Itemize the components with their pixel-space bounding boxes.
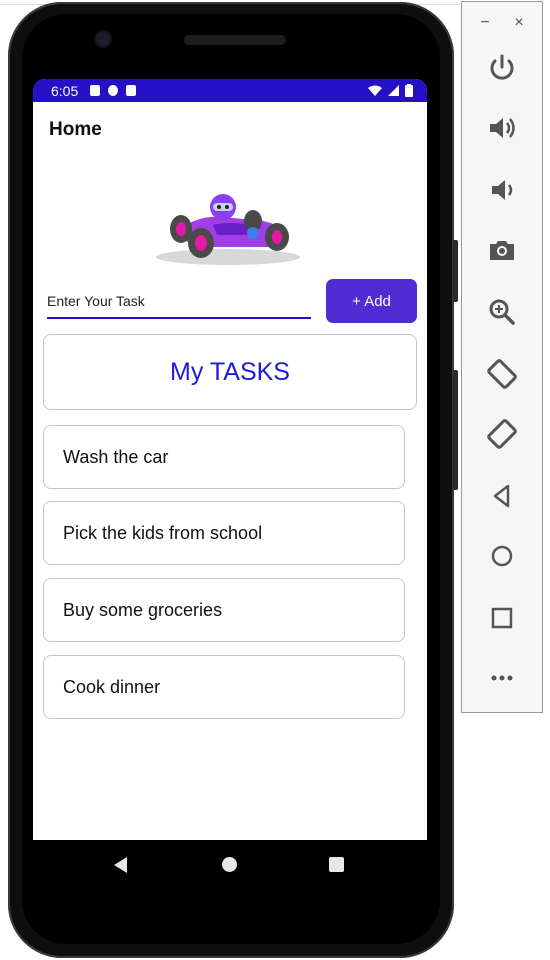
side-volume-button (453, 370, 458, 490)
volume-up-icon[interactable] (482, 108, 522, 148)
battery-icon (405, 84, 413, 97)
task-item[interactable]: Buy some groceries (43, 578, 405, 642)
task-item[interactable]: Pick the kids from school (43, 501, 405, 565)
rotate-right-icon[interactable] (482, 414, 522, 454)
back-icon[interactable] (482, 476, 522, 516)
task-item-label: Buy some groceries (63, 599, 223, 620)
more-icon[interactable] (482, 658, 522, 698)
my-tasks-header: My TASKS (43, 334, 417, 410)
nav-recents-icon[interactable] (329, 857, 344, 872)
status-bar: 6:05 (33, 79, 427, 102)
overview-icon[interactable] (482, 598, 522, 638)
task-item-label: Cook dinner (63, 676, 161, 697)
add-task-button[interactable]: + Add (326, 279, 417, 323)
notification-app-icon (108, 85, 119, 96)
nav-home-icon[interactable] (222, 857, 237, 872)
zoom-icon[interactable] (482, 292, 522, 332)
android-nav-bar (33, 840, 427, 890)
task-item-label: Pick the kids from school (63, 522, 263, 543)
front-camera (96, 32, 110, 46)
earpiece-speaker (184, 35, 286, 45)
volume-down-icon[interactable] (482, 170, 522, 210)
nav-back-icon[interactable] (114, 857, 127, 873)
power-icon[interactable] (482, 48, 522, 88)
signal-icon (388, 85, 399, 96)
home-icon[interactable] (482, 536, 522, 576)
add-task-row: + Add (43, 279, 417, 325)
my-tasks-label: My TASKS (170, 357, 290, 386)
minimize-button[interactable]: − (480, 14, 489, 32)
close-button[interactable]: × (514, 14, 523, 32)
status-time: 6:05 (51, 82, 79, 99)
wifi-icon (368, 85, 382, 96)
rotate-left-icon[interactable] (482, 354, 522, 394)
device-screen: 6:05 Home + Add My TASKS Wash (33, 79, 427, 840)
page-title: Home (49, 119, 102, 140)
sd-card-icon (126, 85, 137, 96)
app-bar: Home (33, 102, 427, 158)
task-item[interactable]: Wash the car (43, 425, 405, 489)
camera-icon[interactable] (482, 230, 522, 270)
task-item[interactable]: Cook dinner (43, 655, 405, 719)
window-controls: − × (462, 2, 542, 32)
side-power-button (453, 240, 458, 302)
task-input[interactable] (47, 285, 311, 319)
task-item-label: Wash the car (63, 446, 169, 467)
race-car-image (156, 194, 300, 265)
emulator-toolbar: − × (461, 1, 543, 713)
notification-a-icon (90, 85, 101, 96)
